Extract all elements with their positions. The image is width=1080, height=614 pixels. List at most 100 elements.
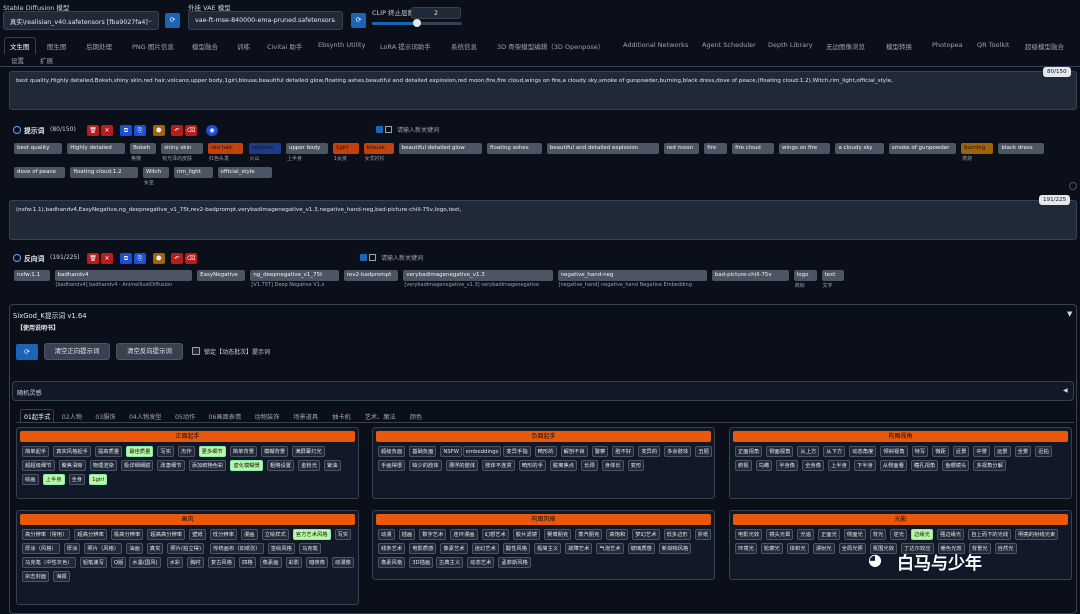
tag-button[interactable]: 警察 bbox=[591, 446, 609, 457]
tag-button[interactable]: 壁纸 bbox=[189, 529, 206, 540]
tag-button[interactable]: 杂志封面 bbox=[22, 571, 50, 582]
prompt-chip[interactable]: floating cloud:1.2 bbox=[70, 167, 138, 178]
tag-button[interactable]: 上半身 bbox=[828, 460, 850, 471]
help-link[interactable]: 【使用说明书】 bbox=[17, 323, 59, 332]
tag-button[interactable]: 动漫像 bbox=[332, 557, 354, 568]
prompt-chip[interactable]: bad-picture-chill-75v bbox=[711, 270, 789, 281]
tag-button[interactable]: 远景 bbox=[994, 446, 1011, 457]
tag-button[interactable]: 连环漫画 bbox=[450, 529, 478, 540]
copy-icon[interactable]: ⧉ bbox=[120, 125, 132, 136]
tag-button[interactable]: 变异的 bbox=[638, 446, 661, 457]
prompt-chip[interactable]: black dress bbox=[998, 143, 1044, 154]
tag-button[interactable]: 马克笔 bbox=[298, 543, 321, 554]
prompt-chip[interactable]: floating ashes bbox=[487, 143, 542, 154]
tag-button[interactable]: 绘画 bbox=[22, 474, 39, 485]
tab-extras[interactable]: 后期处理 bbox=[86, 41, 112, 51]
tag-button[interactable]: 胸衬 bbox=[187, 557, 204, 568]
tag-button[interactable]: 超级负面 bbox=[378, 446, 406, 457]
tag-button[interactable]: 厚涂（风格） bbox=[22, 543, 60, 554]
tab-train[interactable]: 训练 bbox=[237, 41, 250, 51]
tag-button[interactable]: NSFW bbox=[440, 446, 462, 457]
keyword-input[interactable]: 请输入新关键词 bbox=[397, 125, 439, 134]
tag-button[interactable]: 照片(拍立得) bbox=[167, 543, 205, 554]
prompt-chip[interactable]: a cloudy sky bbox=[835, 143, 884, 154]
tag-button[interactable]: 全景 bbox=[1014, 446, 1032, 457]
subtab[interactable]: 动物装饰 bbox=[255, 412, 280, 421]
tag-button[interactable]: 倾斜视角 bbox=[880, 446, 908, 457]
prompt-chip[interactable]: red moon bbox=[663, 143, 700, 154]
tag-button[interactable]: 3D插画 bbox=[409, 557, 434, 568]
tab-ebsynth[interactable]: Ebsynth Utility bbox=[318, 41, 365, 49]
checkbox-icon[interactable] bbox=[376, 126, 383, 133]
tab-super-merge[interactable]: 超级模型融合 bbox=[1025, 41, 1064, 51]
tag-button[interactable]: 低多边形 bbox=[663, 529, 691, 540]
globe-icon[interactable]: ◉ bbox=[206, 125, 218, 136]
tab-merge[interactable]: 模型融合 bbox=[192, 41, 218, 51]
collapse-icon[interactable] bbox=[13, 254, 21, 262]
tag-button[interactable]: 畸形的 bbox=[534, 446, 557, 457]
tag-button[interactable]: 新拟物风格 bbox=[658, 543, 692, 554]
tag-button[interactable]: 超高分辨率 bbox=[74, 529, 107, 540]
tag-button[interactable]: 气泡艺术 bbox=[596, 543, 624, 554]
tag-button[interactable]: 赛博朋克 bbox=[544, 529, 572, 540]
tag-button[interactable]: 电影质感 bbox=[409, 543, 437, 554]
prompt-chip[interactable]: nsfw:1.1 bbox=[14, 270, 50, 281]
tag-button[interactable]: 传统画布（如纸张） bbox=[210, 543, 264, 554]
trash-icon[interactable]: 🗑 bbox=[87, 125, 99, 136]
subtab[interactable]: 01起手式 bbox=[20, 409, 55, 423]
tag-button[interactable]: 变形 bbox=[627, 460, 645, 471]
clip-slider-thumb[interactable] bbox=[413, 19, 421, 27]
tag-button[interactable]: 1girl bbox=[89, 474, 107, 485]
prompt-chip[interactable]: red hair bbox=[207, 143, 244, 154]
tab-settings[interactable]: 设置 bbox=[11, 55, 24, 65]
subtab[interactable]: 06画面表情 bbox=[209, 412, 242, 421]
tag-button[interactable]: 梦幻艺术 bbox=[632, 529, 660, 540]
tag-button[interactable]: 正面视角 bbox=[735, 446, 763, 457]
tag-button[interactable]: 写实 bbox=[157, 446, 174, 457]
tag-button[interactable]: 数字艺术 bbox=[419, 529, 447, 540]
tag-button[interactable]: 漫射光 bbox=[812, 543, 835, 554]
tag-button[interactable]: 近拍 bbox=[1035, 446, 1052, 457]
tag-button[interactable]: 超超级细节 bbox=[22, 460, 55, 471]
tag-button[interactable]: 高分辨率（常用） bbox=[22, 529, 71, 540]
prompt-chip[interactable]: official_style bbox=[217, 167, 273, 178]
tag-button[interactable]: 多视角分解 bbox=[973, 460, 1006, 471]
tag-button[interactable]: embeddings bbox=[462, 446, 502, 457]
prompt-chip[interactable]: text bbox=[821, 270, 845, 281]
prompt-chip[interactable]: verybadimagenegative_v1.3 bbox=[403, 270, 553, 281]
prompt-chip[interactable]: Bokeh bbox=[130, 143, 157, 154]
tag-button[interactable]: 畸形的手 bbox=[518, 460, 546, 471]
tag-button[interactable]: 侧面光 bbox=[843, 529, 866, 540]
tag-button[interactable]: 脸不好 bbox=[612, 446, 635, 457]
tag-button[interactable]: 从上方 bbox=[797, 446, 820, 457]
subtab[interactable]: 02人物 bbox=[62, 412, 82, 421]
tag-button[interactable]: 下半身 bbox=[853, 460, 876, 471]
tag-button[interactable]: 粗略设置 bbox=[266, 460, 295, 471]
prompt-chip[interactable]: fire bbox=[704, 143, 728, 154]
clear-icon[interactable]: ⌫ bbox=[185, 125, 197, 136]
prompt-chip[interactable]: upper body bbox=[285, 143, 328, 154]
prompt-chip[interactable]: beautiful detailed glow bbox=[398, 143, 483, 154]
tag-button[interactable]: 立绘样式 bbox=[261, 529, 289, 540]
prompt-chip[interactable]: rim_light bbox=[173, 167, 213, 178]
tab-lora-helper[interactable]: LoRA 提示词助手 bbox=[380, 41, 431, 51]
tag-button[interactable]: 鸟瞰 bbox=[755, 460, 773, 471]
tag-button[interactable]: 多余肢体 bbox=[664, 446, 692, 457]
tag-button[interactable]: 像素风格 bbox=[378, 557, 406, 568]
tag-button[interactable]: 更多细节 bbox=[198, 446, 226, 457]
tag-button[interactable]: 强边缘光 bbox=[936, 529, 965, 540]
prompt-chip[interactable]: blouse bbox=[363, 143, 394, 154]
tag-button[interactable]: 真实风格起手 bbox=[53, 446, 91, 457]
tag-button[interactable]: 明亮的射线光束 bbox=[1015, 529, 1059, 540]
prompt-chip[interactable]: smoke of gunpowder bbox=[888, 143, 957, 154]
tag-button[interactable]: 插画 bbox=[398, 529, 416, 540]
refresh-icon[interactable]: ⟳ bbox=[165, 13, 180, 28]
refresh-icon[interactable]: ⟳ bbox=[16, 344, 38, 360]
tag-button[interactable]: 聚焦清晰 bbox=[58, 460, 86, 471]
tag-button[interactable]: 幻想艺术 bbox=[481, 529, 509, 540]
tag-button[interactable]: 杰作 bbox=[178, 446, 195, 457]
prompt-chip[interactable]: burning bbox=[961, 143, 994, 154]
tag-button[interactable]: 虚化模糊景 bbox=[230, 460, 263, 471]
tab-txt2img[interactable]: 文生图 bbox=[4, 37, 36, 54]
checkbox-empty-icon[interactable] bbox=[385, 126, 392, 133]
